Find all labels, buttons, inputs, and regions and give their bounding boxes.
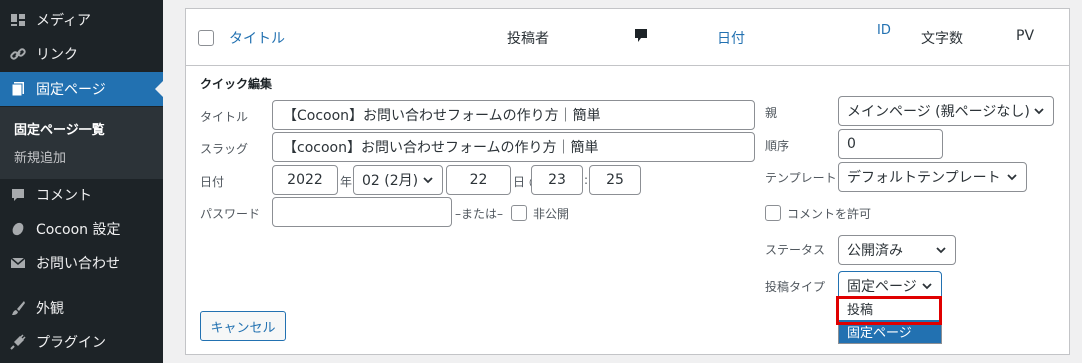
- private-checkbox[interactable]: [511, 205, 527, 221]
- active-indicator: [155, 81, 163, 97]
- order-input[interactable]: 0: [838, 129, 943, 159]
- quick-edit-heading: クイック編集: [200, 77, 273, 91]
- admin-sidebar: メディア リンク 固定ページ 固定ページ一覧 新規追加 コメント Cocoon …: [0, 0, 163, 363]
- menu-item-label: プラグイン: [36, 335, 106, 351]
- column-word-count: 文字数: [921, 31, 963, 47]
- status-value: 公開済み: [847, 243, 903, 259]
- mail-icon: [0, 254, 36, 272]
- menu-item-media[interactable]: メディア: [0, 3, 163, 37]
- year-input[interactable]: 2022: [272, 165, 338, 195]
- menu-item-label: リンク: [36, 47, 78, 63]
- year-suffix: 年: [340, 175, 353, 189]
- comment-column-icon[interactable]: [634, 28, 648, 48]
- column-id[interactable]: ID: [877, 23, 891, 38]
- chevron-down-icon: [422, 174, 434, 190]
- status-label: ステータス: [765, 243, 826, 257]
- month-select[interactable]: 02 (2月): [353, 165, 443, 195]
- submenu-all-pages[interactable]: 固定ページ一覧: [14, 119, 105, 138]
- chevron-down-icon: [1033, 105, 1045, 121]
- column-date[interactable]: 日付: [717, 28, 745, 48]
- menu-item-links[interactable]: リンク: [0, 37, 163, 71]
- menu-item-label: コメント: [36, 188, 92, 204]
- menu-item-label: Cocoon 設定: [36, 222, 121, 238]
- or-text: –または–: [455, 207, 504, 221]
- allow-comments-checkbox[interactable]: [765, 205, 781, 221]
- brush-icon: [0, 299, 36, 317]
- order-label: 順序: [765, 139, 790, 153]
- pages-icon: [0, 80, 36, 98]
- plugin-icon: [0, 333, 36, 351]
- menu-item-label: 外観: [36, 301, 64, 317]
- menu-item-appearance[interactable]: 外観: [0, 291, 163, 325]
- template-value: デフォルトテンプレート: [847, 170, 1001, 186]
- chevron-down-icon: [935, 244, 947, 260]
- month-value: 02 (2月): [362, 173, 419, 189]
- table-header-row: タイトル 投稿者 日付 ID 文字数 PV: [186, 9, 1069, 66]
- column-title[interactable]: タイトル: [229, 28, 285, 48]
- submenu-add-new[interactable]: 新規追加: [14, 147, 66, 166]
- cancel-button[interactable]: キャンセル: [200, 311, 286, 341]
- day-input[interactable]: 22: [446, 165, 511, 195]
- menu-item-contact[interactable]: お問い合わせ: [0, 246, 163, 280]
- chevron-down-icon: [921, 280, 933, 296]
- parent-value: メインページ (親ページなし): [847, 104, 1030, 120]
- title-label: タイトル: [200, 110, 249, 124]
- parent-select[interactable]: メインページ (親ページなし): [838, 96, 1054, 126]
- date-label: 日付: [200, 175, 225, 189]
- menu-item-comments[interactable]: コメント: [0, 178, 163, 212]
- password-label: パスワード: [200, 207, 261, 221]
- comment-icon: [0, 186, 36, 204]
- minute-input[interactable]: 25: [589, 165, 641, 195]
- password-input[interactable]: [272, 197, 452, 227]
- time-separator: :: [584, 173, 589, 187]
- media-icon: [0, 11, 36, 29]
- template-select[interactable]: デフォルトテンプレート: [838, 162, 1027, 192]
- hour-input[interactable]: 23: [531, 165, 583, 195]
- menu-item-cocoon-settings[interactable]: Cocoon 設定: [0, 212, 163, 246]
- pages-submenu: 固定ページ一覧 新規追加: [0, 107, 163, 179]
- slug-label: スラッグ: [200, 142, 249, 156]
- allow-comments-label: コメントを許可: [787, 207, 872, 221]
- select-all-checkbox[interactable]: [198, 30, 214, 46]
- column-pv: PV: [1016, 28, 1035, 44]
- status-select[interactable]: 公開済み: [838, 235, 956, 265]
- slug-input[interactable]: 【cocoon】お問い合わせフォームの作り方｜簡単: [272, 132, 755, 162]
- menu-item-plugins[interactable]: プラグイン: [0, 325, 163, 359]
- menu-item-label: お問い合わせ: [36, 256, 120, 272]
- red-highlight-box: [836, 296, 942, 325]
- parent-label: 親: [765, 106, 778, 120]
- chevron-down-icon: [1006, 171, 1018, 187]
- column-author: 投稿者: [507, 31, 549, 47]
- title-input[interactable]: 【Cocoon】お問い合わせフォームの作り方｜簡単: [272, 100, 755, 130]
- menu-item-label: 固定ページ: [36, 82, 106, 98]
- template-label: テンプレート: [765, 171, 837, 185]
- cocoon-icon: [0, 220, 36, 238]
- post-type-value: 固定ページ: [847, 279, 917, 295]
- link-icon: [0, 45, 36, 63]
- post-type-label: 投稿タイプ: [765, 280, 826, 294]
- private-label: 非公開: [533, 207, 570, 221]
- menu-item-label: メディア: [36, 13, 92, 29]
- menu-item-pages[interactable]: 固定ページ: [0, 72, 163, 106]
